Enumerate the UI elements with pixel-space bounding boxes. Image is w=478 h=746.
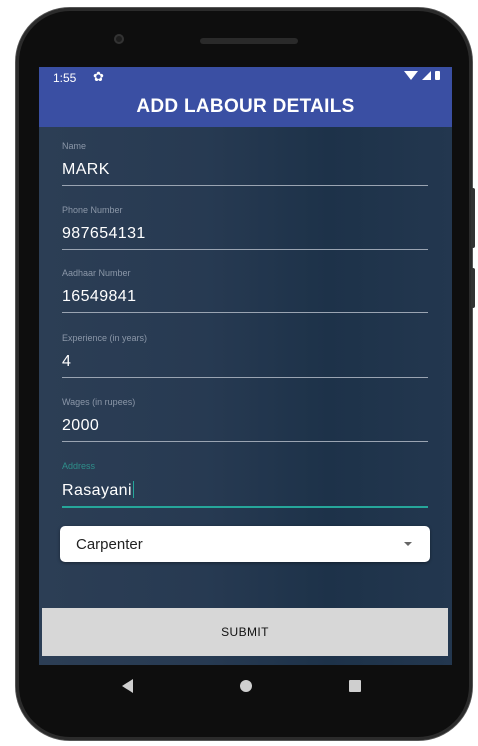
experience-underline [62,377,428,378]
wages-underline [62,441,428,442]
phone-number-field[interactable]: Phone Number 987654131 [62,205,428,250]
address-input[interactable]: Rasayani [62,481,428,500]
experience-label: Experience (in years) [62,333,148,343]
page-title: ADD LABOUR DETAILS [136,96,355,117]
phone-number-label: Phone Number [62,205,123,215]
earpiece-speaker [200,38,298,44]
battery-icon [435,71,440,80]
navigation-bar [39,665,452,707]
experience-field[interactable]: Experience (in years) 4 [62,333,428,378]
system-icons [404,71,440,80]
wifi-icon [404,71,418,80]
back-icon[interactable] [122,679,133,693]
recent-apps-icon[interactable] [349,680,361,692]
phone-number-underline [62,249,428,250]
address-underline [62,506,428,508]
address-value: Rasayani [62,482,132,499]
text-cursor [132,481,134,498]
wages-field[interactable]: Wages (in rupees) 2000 [62,397,428,442]
name-label: Name [62,141,87,151]
labour-type-dropdown[interactable]: Carpenter [60,526,430,562]
aadhaar-number-input[interactable]: 16549841 [62,288,428,306]
volume-button [471,188,475,248]
phone-number-input[interactable]: 987654131 [62,225,428,243]
aadhaar-number-field[interactable]: Aadhaar Number 16549841 [62,268,428,313]
app-screen: 1:55 ✿ ADD LABOUR DETAILS Name MARK Phon… [39,67,452,665]
address-field[interactable]: Address Rasayani [62,461,428,508]
name-field[interactable]: Name MARK [62,141,428,186]
status-bar: 1:55 ✿ [39,67,452,89]
submit-button[interactable]: SUBMIT [42,608,448,656]
power-button [471,268,475,308]
address-label: Address [62,461,96,471]
experience-input[interactable]: 4 [62,353,428,371]
wages-label: Wages (in rupees) [62,397,136,407]
gear-icon: ✿ [93,69,104,84]
status-time: 1:55 [53,71,77,85]
wages-input[interactable]: 2000 [62,417,428,435]
front-camera [114,34,124,44]
name-input[interactable]: MARK [62,161,428,179]
aadhaar-number-label: Aadhaar Number [62,268,131,278]
signal-icon [422,71,431,80]
home-icon[interactable] [240,680,252,692]
chevron-down-icon [404,542,412,546]
name-underline [62,185,428,186]
app-bar: ADD LABOUR DETAILS [39,89,452,127]
labour-type-selected: Carpenter [76,536,143,553]
aadhaar-number-underline [62,312,428,313]
